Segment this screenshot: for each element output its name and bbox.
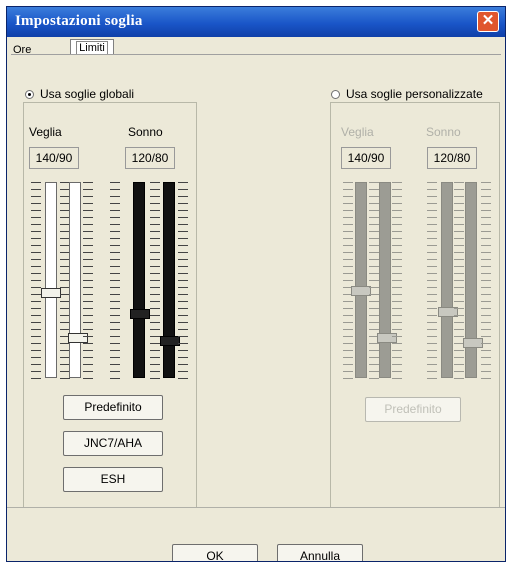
close-icon: ✕ <box>481 12 495 29</box>
tick-marks <box>392 182 402 382</box>
ok-mnemonic: O <box>206 549 216 562</box>
radio-global-indicator[interactable] <box>25 89 34 99</box>
tick-marks <box>110 182 120 382</box>
global-sonno-diastolic-thumb[interactable] <box>160 336 180 346</box>
tab-limiti[interactable]: Limiti <box>70 39 114 55</box>
predefinito-button[interactable]: Predefinito <box>63 395 163 420</box>
global-sonno-systolic-thumb[interactable] <box>130 309 150 319</box>
radio-custom-label: Usa soglie personalizzate <box>346 87 483 101</box>
tick-marks <box>343 182 353 382</box>
radio-custom-thresholds[interactable]: Usa soglie personalizzate <box>331 87 483 101</box>
tick-marks <box>481 182 491 382</box>
global-veglia-label: Veglia <box>29 125 62 139</box>
tab-limiti-label: Limiti <box>76 41 108 55</box>
footer-bar: OK Annulla <box>7 508 505 562</box>
custom-sonno-diastolic-slider <box>463 182 483 378</box>
global-sonno-value: 120/80 <box>125 147 175 169</box>
tab-divider <box>11 54 501 55</box>
global-veglia-systolic-slider[interactable] <box>41 182 61 378</box>
global-veglia-value: 140/90 <box>29 147 79 169</box>
cancel-mnemonic: A <box>299 549 308 562</box>
custom-predefinito-button: Predefinito <box>365 397 461 422</box>
custom-veglia-diastolic-slider <box>377 182 397 378</box>
custom-veglia-label: Veglia <box>341 125 374 139</box>
custom-sonno-diastolic-thumb <box>463 338 483 348</box>
tick-marks <box>83 182 93 382</box>
tick-marks <box>178 182 188 382</box>
title-bar[interactable]: Impostazioni soglia ✕ <box>7 7 505 37</box>
dialog-window: Impostazioni soglia ✕ Ore Limiti Usa sog… <box>6 6 506 562</box>
dialog-title: Impostazioni soglia <box>15 13 143 29</box>
global-sonno-diastolic-slider[interactable] <box>160 182 180 378</box>
cancel-button[interactable]: Annulla <box>277 544 363 562</box>
ok-button[interactable]: OK <box>172 544 258 562</box>
custom-veglia-systolic-thumb <box>351 286 371 296</box>
tick-marks <box>427 182 437 382</box>
tick-marks <box>369 182 379 382</box>
custom-veglia-value: 140/90 <box>341 147 391 169</box>
ok-label-rest: K <box>215 549 224 562</box>
global-veglia-systolic-thumb[interactable] <box>41 288 61 298</box>
global-veglia-diastolic-slider[interactable] <box>68 182 88 378</box>
custom-sonno-label: Sonno <box>426 125 461 139</box>
esh-button[interactable]: ESH <box>63 467 163 492</box>
tick-marks <box>31 182 41 382</box>
cancel-label-rest: nnulla <box>307 549 341 562</box>
custom-veglia-systolic-slider <box>351 182 371 378</box>
radio-custom-indicator[interactable] <box>331 89 340 99</box>
tick-marks <box>454 182 464 382</box>
global-sonno-systolic-slider[interactable] <box>130 182 150 378</box>
custom-sonno-value: 120/80 <box>427 147 477 169</box>
radio-global-label: Usa soglie globali <box>40 87 135 101</box>
custom-sonno-systolic-slider <box>438 182 458 378</box>
tick-marks <box>150 182 160 382</box>
jnc7-aha-button[interactable]: JNC7/AHA <box>63 431 163 456</box>
close-button[interactable]: ✕ <box>477 11 499 32</box>
global-sonno-label: Sonno <box>128 125 163 139</box>
radio-global-thresholds[interactable]: Usa soglie globali <box>25 87 134 101</box>
